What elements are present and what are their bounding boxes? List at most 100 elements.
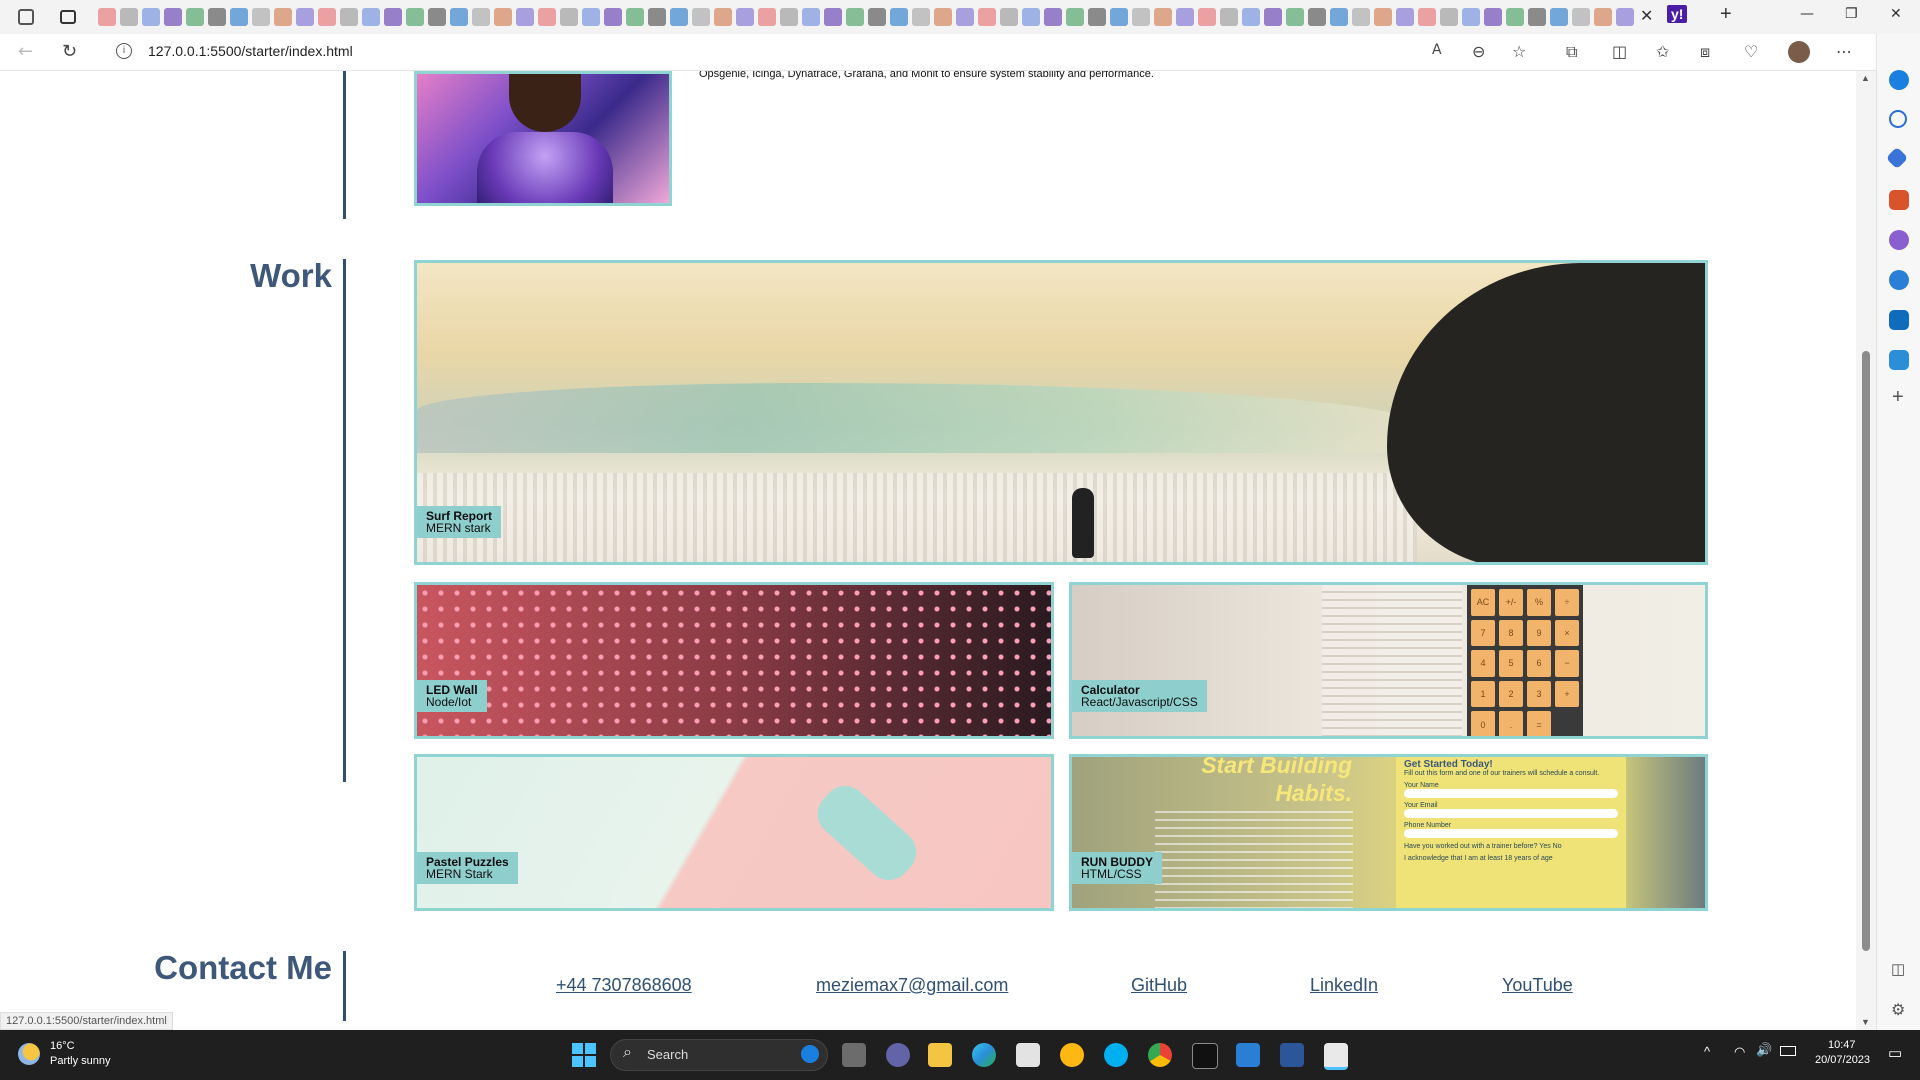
tab-favicon[interactable] [1264, 8, 1282, 26]
tab-favicon[interactable] [824, 8, 842, 26]
weather-temp[interactable]: 16°C [50, 1040, 75, 1052]
microsoft-store-icon[interactable] [1016, 1043, 1040, 1067]
snipping-tool-icon[interactable] [1324, 1043, 1348, 1070]
chrome-icon[interactable] [1148, 1043, 1172, 1067]
tab-favicon[interactable] [1286, 8, 1304, 26]
notifications-bell-icon[interactable] [1889, 70, 1909, 90]
tab-favicon[interactable] [516, 8, 534, 26]
collections-icon[interactable]: ⧈ [1700, 42, 1710, 62]
tab-favicon[interactable] [890, 8, 908, 26]
project-card-run-buddy[interactable]: Start Building Habits. Get Started Today… [1069, 754, 1708, 911]
tab-favicon[interactable] [120, 8, 138, 26]
tips-icon[interactable] [1060, 1043, 1084, 1067]
edge-browser-icon[interactable] [972, 1043, 996, 1067]
tab-favicon[interactable] [362, 8, 380, 26]
tab-favicon[interactable] [428, 8, 446, 26]
tab-favicon[interactable] [1044, 8, 1062, 26]
tab-favicon[interactable] [934, 8, 952, 26]
tab-favicon[interactable] [208, 8, 226, 26]
tab-favicon[interactable] [318, 8, 336, 26]
wifi-icon[interactable]: ◠ [1734, 1044, 1745, 1060]
close-tab-icon[interactable]: ✕ [1640, 6, 1653, 26]
refresh-icon[interactable]: ↻ [62, 41, 77, 62]
teams-icon[interactable] [886, 1043, 910, 1067]
contact-github-link[interactable]: GitHub [1131, 975, 1187, 996]
project-card-led-wall[interactable]: LED Wall Node/Iot [414, 582, 1054, 739]
task-view-icon[interactable] [842, 1043, 866, 1067]
split-screen-icon[interactable]: ◫ [1612, 42, 1627, 61]
tab-favicon[interactable] [1176, 8, 1194, 26]
tab-favicon[interactable] [142, 8, 160, 26]
tab-favicon[interactable] [340, 8, 358, 26]
contact-email-link[interactable]: meziemax7@gmail.com [816, 975, 1008, 996]
games-icon[interactable] [1889, 230, 1909, 250]
tab-favicon[interactable] [1110, 8, 1128, 26]
scroll-down-arrow-icon[interactable]: ▼ [1861, 1017, 1870, 1027]
tab-favicon[interactable] [1374, 8, 1392, 26]
tab-favicon[interactable] [670, 8, 688, 26]
tab-favicon[interactable] [780, 8, 798, 26]
tab-favicon[interactable] [1616, 8, 1634, 26]
shopping-tag-icon[interactable] [1885, 146, 1909, 170]
close-window-button[interactable]: ✕ [1890, 6, 1902, 22]
tab-favicon[interactable] [186, 8, 204, 26]
browser-essentials-icon[interactable]: ♡ [1744, 42, 1758, 61]
tab-actions-icon[interactable] [60, 10, 76, 24]
tab-favicon[interactable] [406, 8, 424, 26]
tab-favicon[interactable] [560, 8, 578, 26]
project-card-calculator[interactable]: AC +/-% ÷ 7 8 9 × 4 5 6− 1 2 3 +0. = Calculator React/… [1069, 582, 1708, 739]
tab-favicon[interactable] [582, 8, 600, 26]
site-info-icon[interactable]: i [116, 43, 132, 59]
tab-favicon[interactable] [846, 8, 864, 26]
tab-favicon[interactable] [1572, 8, 1590, 26]
tab-favicon[interactable] [1506, 8, 1524, 26]
tab-favicon[interactable] [494, 8, 512, 26]
workspaces-icon[interactable] [18, 9, 34, 25]
settings-gear-icon[interactable]: ⚙ [1891, 1000, 1905, 1020]
favorite-star-icon[interactable]: ☆ [1512, 42, 1526, 61]
tab-favicon[interactable] [1462, 8, 1480, 26]
tab-favicon[interactable] [648, 8, 666, 26]
notification-center-icon[interactable]: ▭ [1888, 1044, 1902, 1062]
profile-avatar[interactable] [1788, 41, 1810, 63]
read-aloud-icon[interactable]: A [1432, 42, 1442, 58]
skype-icon[interactable] [1104, 1043, 1128, 1067]
terminal-icon[interactable] [1192, 1043, 1218, 1069]
taskbar-search-box[interactable]: ⌕ Search [610, 1039, 828, 1071]
contact-linkedin-link[interactable]: LinkedIn [1310, 975, 1378, 996]
tab-favicon[interactable] [714, 8, 732, 26]
more-menu-icon[interactable]: ⋯ [1836, 42, 1852, 61]
minimize-button[interactable]: — [1800, 6, 1814, 22]
tab-favicon[interactable] [912, 8, 930, 26]
contact-youtube-link[interactable]: YouTube [1502, 975, 1573, 996]
tab-favicon[interactable] [230, 8, 248, 26]
tab-favicon[interactable] [956, 8, 974, 26]
add-app-icon[interactable]: + [1892, 386, 1904, 409]
windows-start-icon[interactable] [572, 1043, 596, 1067]
tab-favicon[interactable] [1198, 8, 1216, 26]
show-hidden-icons[interactable]: ^ [1704, 1044, 1710, 1059]
tab-favicon[interactable] [604, 8, 622, 26]
tab-favicon[interactable] [978, 8, 996, 26]
outlook-icon[interactable] [1889, 310, 1909, 330]
favorites-icon[interactable]: ✩ [1656, 42, 1669, 61]
microsoft-365-icon[interactable] [1889, 270, 1909, 290]
tab-favicon[interactable] [1066, 8, 1084, 26]
zoom-out-icon[interactable]: ⊖ [1472, 42, 1485, 61]
tab-favicon[interactable] [1594, 8, 1612, 26]
clock-date[interactable]: 20/07/2023 [1815, 1054, 1870, 1066]
tab-favicon[interactable] [1000, 8, 1018, 26]
tab-favicon[interactable] [1440, 8, 1458, 26]
tab-favicon[interactable] [1418, 8, 1436, 26]
project-card-surf-report[interactable]: Surf Report MERN stark [414, 260, 1708, 565]
tab-favicon[interactable] [1352, 8, 1370, 26]
tab-favicon[interactable] [98, 8, 116, 26]
sidebar-toggle-icon[interactable]: ◫ [1891, 960, 1905, 978]
tab-favicon[interactable] [1550, 8, 1568, 26]
tab-favicon[interactable] [296, 8, 314, 26]
active-tab-favicon[interactable]: y! [1667, 5, 1688, 23]
contact-phone-link[interactable]: +44 7307868608 [556, 975, 692, 996]
tab-favicon[interactable] [736, 8, 754, 26]
tab-favicon[interactable] [1220, 8, 1238, 26]
word-icon[interactable] [1280, 1043, 1304, 1067]
